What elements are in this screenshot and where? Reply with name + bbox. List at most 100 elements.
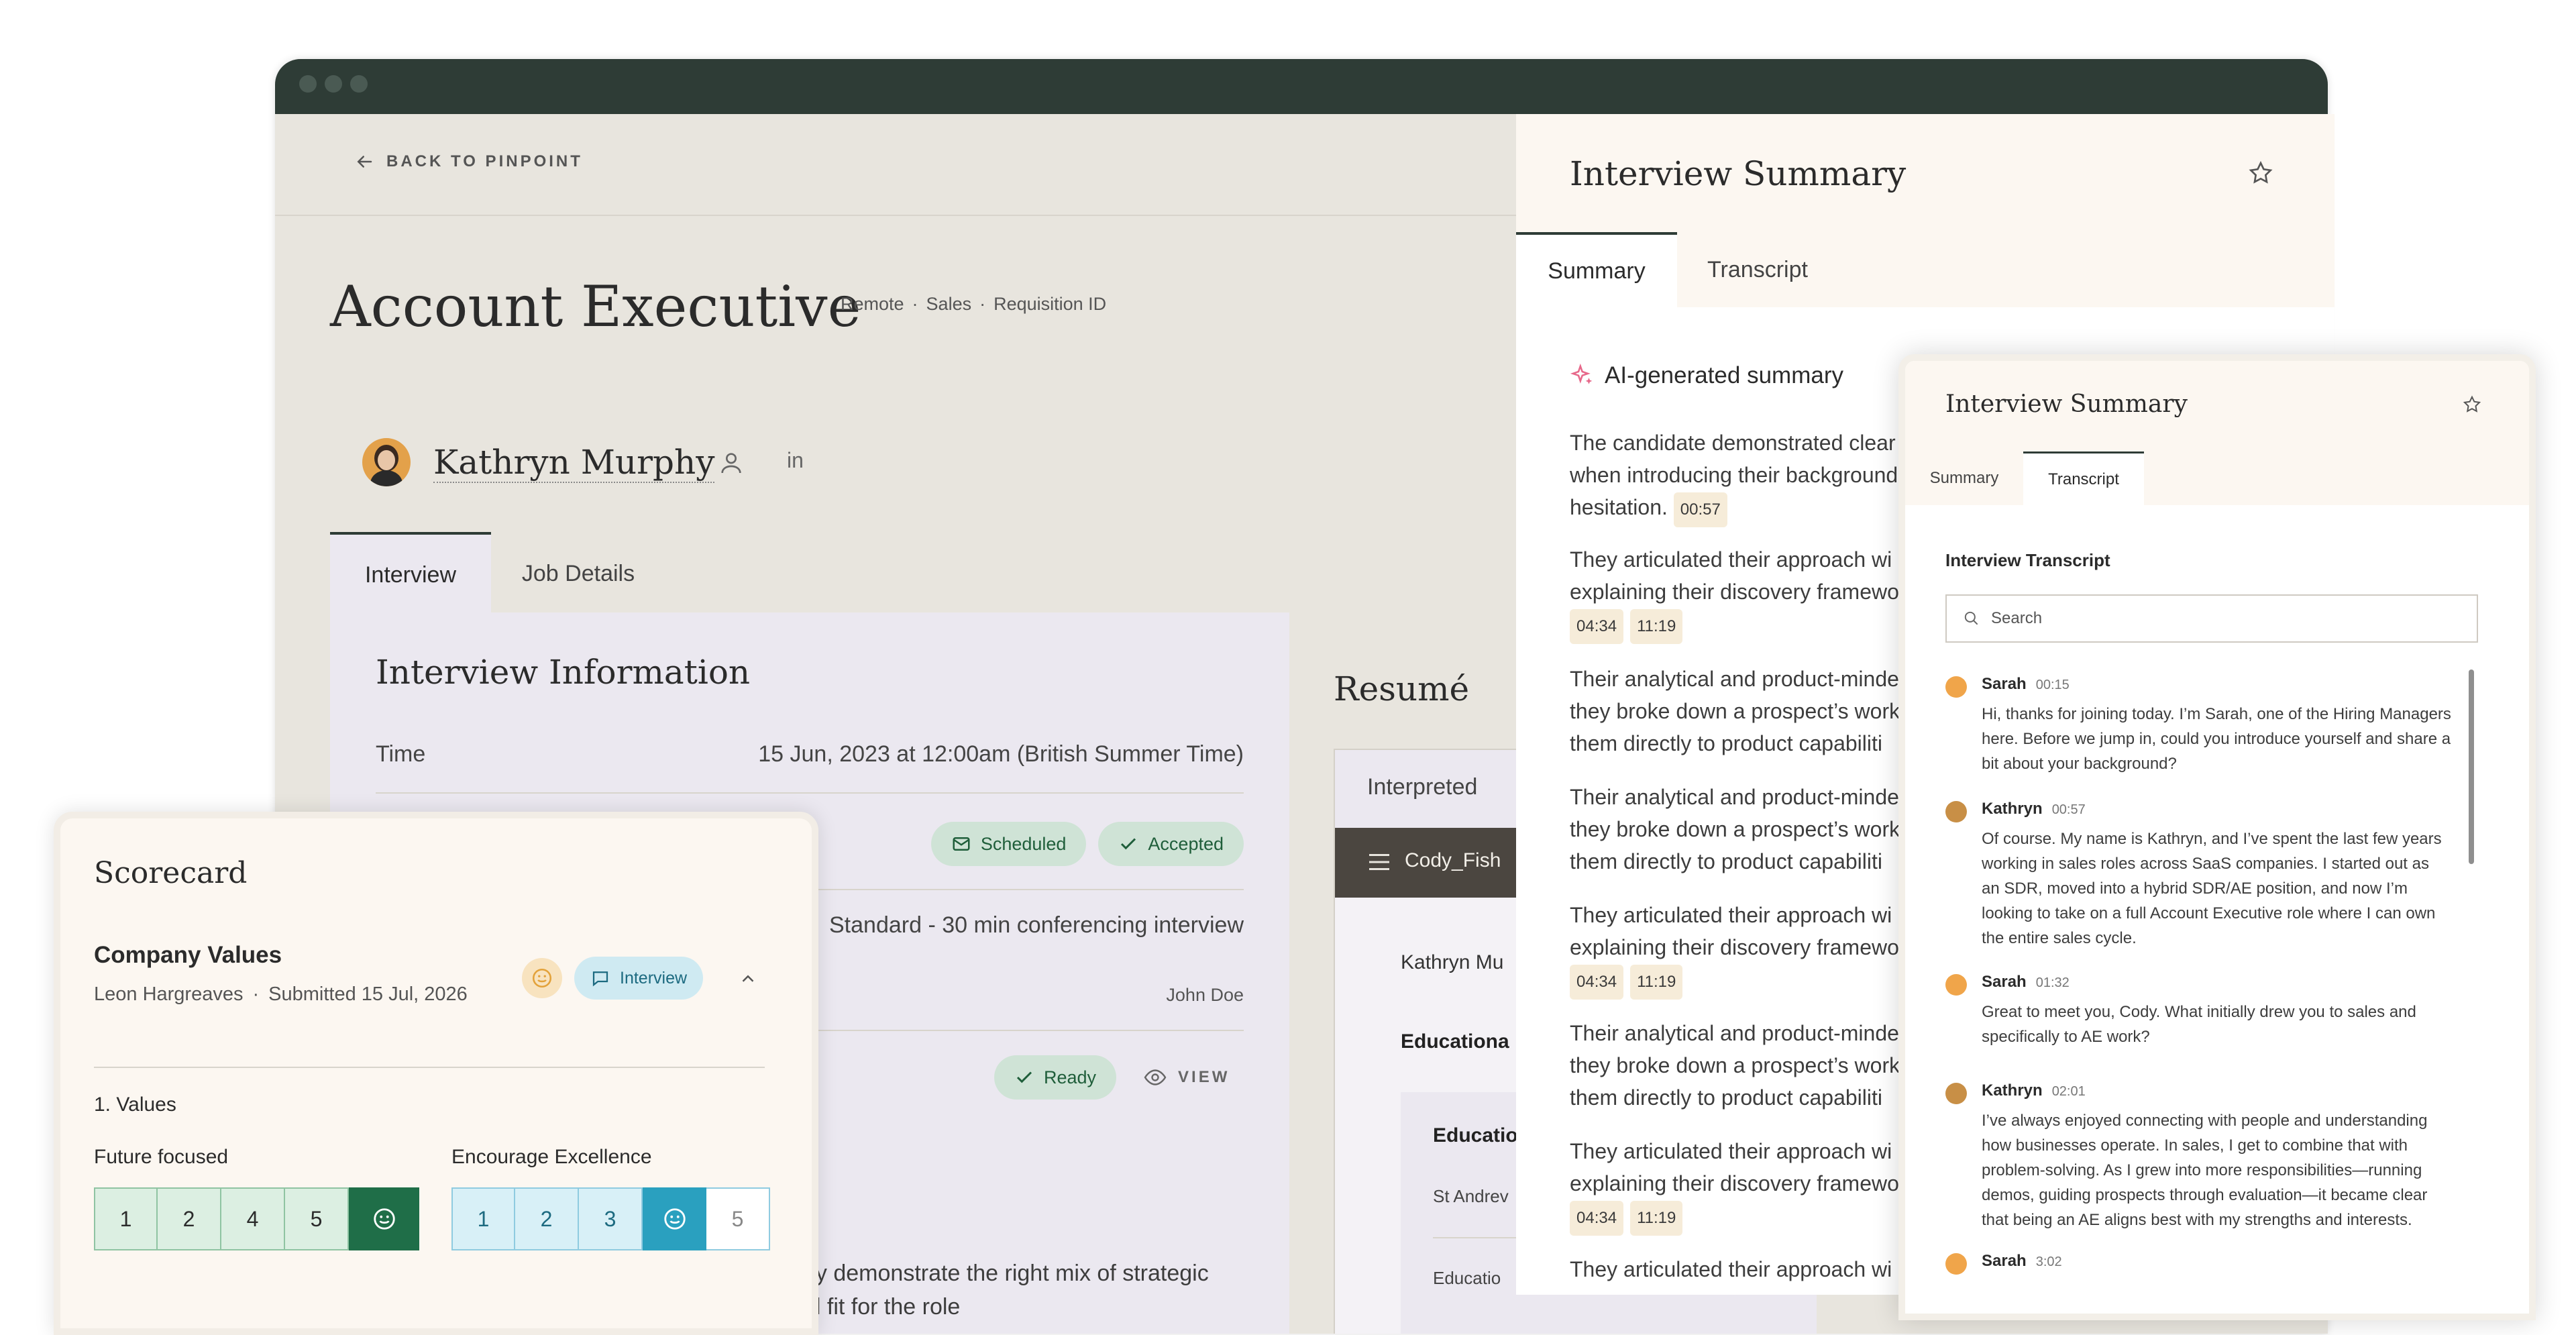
education-heading: Educatio: [1433, 1124, 1518, 1146]
view-button[interactable]: VIEW: [1143, 1065, 1230, 1089]
separator-dot: ·: [252, 983, 260, 1005]
status-badges: Scheduled Accepted: [930, 822, 1244, 866]
ai-summary-heading: AI-generated summary: [1570, 362, 1843, 389]
interview-info-title: Interview Information: [376, 653, 751, 692]
star-icon[interactable]: [2247, 160, 2274, 186]
chevron-up-icon[interactable]: [738, 969, 758, 989]
message-time[interactable]: 01:32: [2036, 975, 2070, 990]
time-label: Time: [376, 741, 426, 767]
tab-interpreted[interactable]: Interpreted: [1367, 774, 1477, 800]
summary-line: ey demonstrate the right mix of strategi…: [803, 1261, 1209, 1286]
sparkle-icon: [1570, 363, 1593, 384]
transcript-heading: Interview Transcript: [1945, 550, 2110, 570]
status-scheduled-label: Scheduled: [980, 833, 1067, 854]
job-department: Sales: [926, 294, 972, 314]
message-text: Of course. My name is Kathryn, and I’ve …: [1982, 830, 2442, 947]
education-row: Educatio: [1433, 1268, 1501, 1288]
speaker-name: Kathryn: [1982, 1081, 2043, 1100]
status-accepted-label: Accepted: [1148, 833, 1224, 854]
window-dot-icon[interactable]: [350, 75, 368, 93]
transcript-panel: Interview Summary Summary Transcript Int…: [1898, 354, 2536, 1320]
job-requisition: Requisition ID: [994, 294, 1107, 314]
mail-icon: [953, 837, 970, 851]
timestamp-chip[interactable]: 11:19: [1630, 609, 1683, 644]
window-dot-icon[interactable]: [299, 75, 317, 93]
search-input[interactable]: Search: [1945, 594, 2478, 643]
avatar: [1945, 1083, 1967, 1104]
chat-icon: [592, 971, 608, 987]
separator-dot: ·: [912, 294, 918, 314]
rating-option-selected[interactable]: [349, 1187, 419, 1250]
interview-badge: Interview: [574, 957, 704, 1000]
timestamp-chip[interactable]: 04:34: [1570, 1201, 1624, 1236]
message-time[interactable]: 3:02: [2036, 1254, 2062, 1269]
tab-job-details[interactable]: Job Details: [491, 535, 665, 612]
interview-summary-text: ey demonstrate the right mix of strategi…: [803, 1257, 1209, 1324]
summary-line: al fit for the role: [803, 1294, 961, 1320]
avatar: [1945, 676, 1967, 698]
resume-candidate: Kathryn Mu: [1401, 951, 1504, 973]
rating-option[interactable]: 2: [158, 1187, 221, 1250]
scorecard-section: Company Values: [94, 942, 282, 968]
summary-header: Interview Summary: [1516, 114, 2334, 233]
timestamp-chip[interactable]: 11:19: [1630, 965, 1683, 1000]
status-badge-ready: Ready: [994, 1055, 1117, 1100]
message-time[interactable]: 00:57: [2052, 802, 2086, 817]
status-badge-scheduled: Scheduled: [930, 822, 1087, 866]
smiley-icon: [373, 1208, 395, 1230]
back-link-label: BACK TO PINPOINT: [386, 152, 583, 170]
rating-option[interactable]: 1: [94, 1187, 158, 1250]
transcript-header: Interview Summary: [1905, 361, 2529, 453]
rating-scale: 1 2 4 5: [94, 1187, 419, 1250]
scrollbar[interactable]: [2469, 670, 2474, 864]
rating-option[interactable]: 4: [221, 1187, 285, 1250]
profile-icon[interactable]: [718, 449, 745, 476]
window-dot-icon[interactable]: [325, 75, 342, 93]
tab-interview[interactable]: Interview: [330, 532, 491, 615]
star-icon[interactable]: [2462, 394, 2482, 415]
back-link[interactable]: BACK TO PINPOINT: [354, 152, 583, 172]
rating-option[interactable]: 5: [706, 1187, 770, 1250]
timestamp-chip[interactable]: 04:34: [1570, 965, 1624, 1000]
message-speaker: Sarah 01:32: [1982, 973, 2070, 992]
check-icon: [1121, 838, 1136, 850]
speaker-name: Sarah: [1982, 675, 2027, 693]
resume-title: Resumé: [1334, 670, 1470, 708]
criterion-label: Encourage Excellence: [451, 1146, 652, 1168]
tab-transcript[interactable]: Transcript: [1677, 232, 1838, 307]
rating-option[interactable]: 1: [451, 1187, 515, 1250]
tab-transcript[interactable]: Transcript: [2023, 451, 2144, 505]
candidate-name[interactable]: Kathryn Murphy: [433, 443, 715, 483]
resume-section: Educationa: [1401, 1030, 1509, 1053]
transcript-panel-title: Interview Summary: [1945, 390, 2188, 418]
rating-option-selected[interactable]: [643, 1187, 706, 1250]
message-time[interactable]: 00:15: [2036, 678, 2070, 692]
rating-option[interactable]: 2: [515, 1187, 579, 1250]
search-icon: [1964, 611, 1978, 625]
message-speaker: Kathryn 02:01: [1982, 1081, 2086, 1100]
page-title: Account Executive: [330, 274, 861, 339]
scorecard-panel: Scorecard Company Values Leon Hargreaves…: [54, 812, 818, 1335]
message-time[interactable]: 02:01: [2052, 1084, 2086, 1099]
interview-format: Standard - 30 min conferencing interview: [829, 912, 1244, 938]
timestamp-chip[interactable]: 11:19: [1630, 1201, 1683, 1236]
smiley-icon: [663, 1208, 686, 1230]
transcript-tabbar: Summary Transcript: [1905, 451, 2529, 505]
timestamp-chip[interactable]: 00:57: [1673, 492, 1727, 527]
top-navigation: BACK TO PINPOINT: [275, 114, 1516, 216]
status-badge-accepted: Accepted: [1098, 822, 1244, 866]
smiley-icon: [522, 958, 562, 998]
reviewer-name: Leon Hargreaves: [94, 983, 244, 1005]
time-value: 15 Jun, 2023 at 12:00am (British Summer …: [758, 741, 1244, 767]
resume-file-name: Cody_Fish: [1405, 849, 1501, 871]
arrow-left-icon: [357, 156, 372, 168]
tab-summary[interactable]: Summary: [1905, 451, 2023, 505]
linkedin-icon[interactable]: in: [787, 448, 804, 473]
check-icon: [1016, 1071, 1032, 1083]
rating-option[interactable]: 3: [579, 1187, 643, 1250]
tab-summary[interactable]: Summary: [1516, 232, 1677, 307]
timestamp-chip[interactable]: 04:34: [1570, 609, 1624, 644]
menu-icon[interactable]: [1367, 852, 1391, 872]
view-label: VIEW: [1178, 1068, 1230, 1086]
rating-option[interactable]: 5: [285, 1187, 349, 1250]
